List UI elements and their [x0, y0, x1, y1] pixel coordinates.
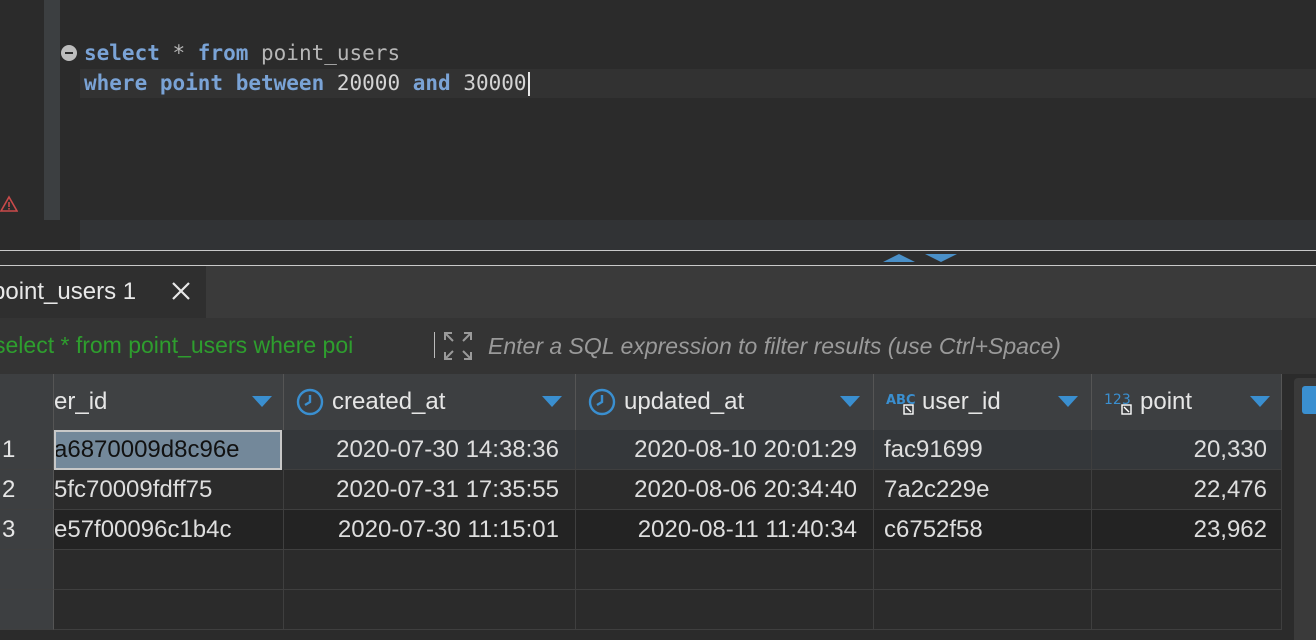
clock-icon	[588, 388, 616, 416]
query-preview[interactable]: select * from point_users where poi	[0, 332, 424, 359]
column-header-id[interactable]: er_id	[54, 374, 284, 430]
column-header-label: created_at	[332, 388, 446, 415]
results-tab-strip: point_users 1	[0, 266, 1316, 318]
empty-cell	[54, 590, 284, 630]
cell-id[interactable]: e57f00096c1b4c	[54, 510, 284, 550]
column-header-created-at[interactable]: created_at	[284, 374, 576, 430]
panels-icon[interactable]	[1302, 386, 1316, 414]
column-header-label: user_id	[922, 388, 1001, 415]
clock-icon	[296, 388, 324, 416]
filter-input[interactable]	[484, 326, 1312, 366]
warning-icon	[0, 195, 18, 212]
sort-dropdown-icon[interactable]	[1058, 396, 1078, 407]
code-line-2[interactable]: where point between 20000 and 30000	[80, 69, 1316, 98]
sort-dropdown-icon[interactable]	[542, 396, 562, 407]
expand-icon[interactable]	[442, 330, 474, 362]
maximize-editor-icon[interactable]	[883, 254, 915, 262]
keyword-where: where	[84, 71, 148, 95]
sort-dropdown-icon[interactable]	[1250, 396, 1270, 407]
abc-text-icon: ABC	[886, 393, 916, 415]
operator-star: *	[159, 41, 198, 65]
cell-created-at[interactable]: 2020-07-31 17:35:55	[284, 470, 576, 510]
side-panel-toggle[interactable]	[1294, 378, 1316, 640]
empty-cell	[284, 550, 576, 590]
table-identifier: point_users	[248, 41, 401, 65]
cell-user-id[interactable]: fac91699	[874, 430, 1092, 470]
cell-id[interactable]: a6870009d8c96e	[54, 430, 282, 470]
tab-label: point_users 1	[0, 278, 137, 305]
cell-updated-at[interactable]: 2020-08-06 20:34:40	[576, 470, 874, 510]
123-numeric-icon: 123	[1104, 392, 1132, 415]
empty-cell	[1092, 590, 1282, 630]
empty-cell	[284, 590, 576, 630]
cell-id[interactable]: 5fc70009fdff75	[54, 470, 284, 510]
results-grid: er_id created_at updated_at ABC user_id …	[0, 374, 1282, 640]
empty-cell	[576, 590, 874, 630]
cell-created-at[interactable]: 2020-07-30 11:15:01	[284, 510, 576, 550]
keyword-select: select	[84, 41, 160, 65]
close-icon[interactable]	[170, 280, 192, 302]
cell-point[interactable]: 23,962	[1092, 510, 1282, 550]
table-row[interactable]: 1 a6870009d8c96e 2020-07-30 14:38:36 202…	[0, 430, 1282, 470]
text-caret	[527, 72, 530, 96]
cell-user-id[interactable]: c6752f58	[874, 510, 1092, 550]
column-header-label: point	[1140, 388, 1193, 415]
sort-dropdown-icon[interactable]	[840, 396, 860, 407]
sort-dropdown-icon[interactable]	[252, 396, 272, 407]
tab-point-users-1[interactable]: point_users 1	[0, 266, 206, 318]
keyword-from: from	[197, 41, 249, 65]
maximize-results-icon[interactable]	[925, 254, 957, 262]
cell-updated-at[interactable]: 2020-08-11 11:40:34	[576, 510, 874, 550]
empty-cell	[576, 550, 874, 590]
row-number[interactable]: 1	[0, 430, 54, 470]
empty-cell	[54, 550, 284, 590]
column-header-user-id[interactable]: ABC user_id	[874, 374, 1092, 430]
editor-bottom-area	[80, 220, 1316, 250]
table-row[interactable]: 3 e57f00096c1b4c 2020-07-30 11:15:01 202…	[0, 510, 1282, 550]
table-row[interactable]: 2 5fc70009fdff75 2020-07-31 17:35:55 202…	[0, 470, 1282, 510]
column-header-label: updated_at	[624, 388, 745, 415]
empty-cell	[1092, 550, 1282, 590]
empty-row	[0, 590, 1282, 630]
svg-text:ABC: ABC	[886, 393, 916, 408]
cell-user-id[interactable]: 7a2c229e	[874, 470, 1092, 510]
cell-created-at[interactable]: 2020-07-30 14:38:36	[284, 430, 576, 470]
keyword-and: and	[412, 71, 451, 95]
fold-collapse-icon[interactable]	[61, 45, 77, 61]
row-number-empty	[0, 550, 54, 590]
keyword-between: between	[223, 71, 325, 95]
row-number-header	[0, 374, 54, 430]
filter-divider	[434, 332, 435, 358]
empty-cell	[874, 550, 1092, 590]
code-line-1[interactable]: select * from point_users	[84, 39, 400, 68]
number-low: 20000	[324, 71, 413, 95]
empty-cell	[874, 590, 1092, 630]
cell-updated-at[interactable]: 2020-08-10 20:01:29	[576, 430, 874, 470]
empty-row	[0, 550, 1282, 590]
editor-gutter	[44, 0, 60, 220]
cell-point[interactable]: 22,476	[1092, 470, 1282, 510]
row-number[interactable]: 2	[0, 470, 54, 510]
row-number-empty	[0, 590, 54, 630]
filter-bar: select * from point_users where poi	[0, 318, 1316, 374]
cell-point[interactable]: 20,330	[1092, 430, 1282, 470]
row-number[interactable]: 3	[0, 510, 54, 550]
column-header-updated-at[interactable]: updated_at	[576, 374, 874, 430]
column-header-point[interactable]: 123 point	[1092, 374, 1282, 430]
sql-editor[interactable]: select * from point_users where point be…	[0, 0, 1316, 250]
column-point: point	[147, 71, 224, 95]
number-high: 30000	[450, 71, 527, 95]
column-header-label: er_id	[54, 388, 108, 415]
panel-splitter[interactable]	[0, 250, 1316, 266]
